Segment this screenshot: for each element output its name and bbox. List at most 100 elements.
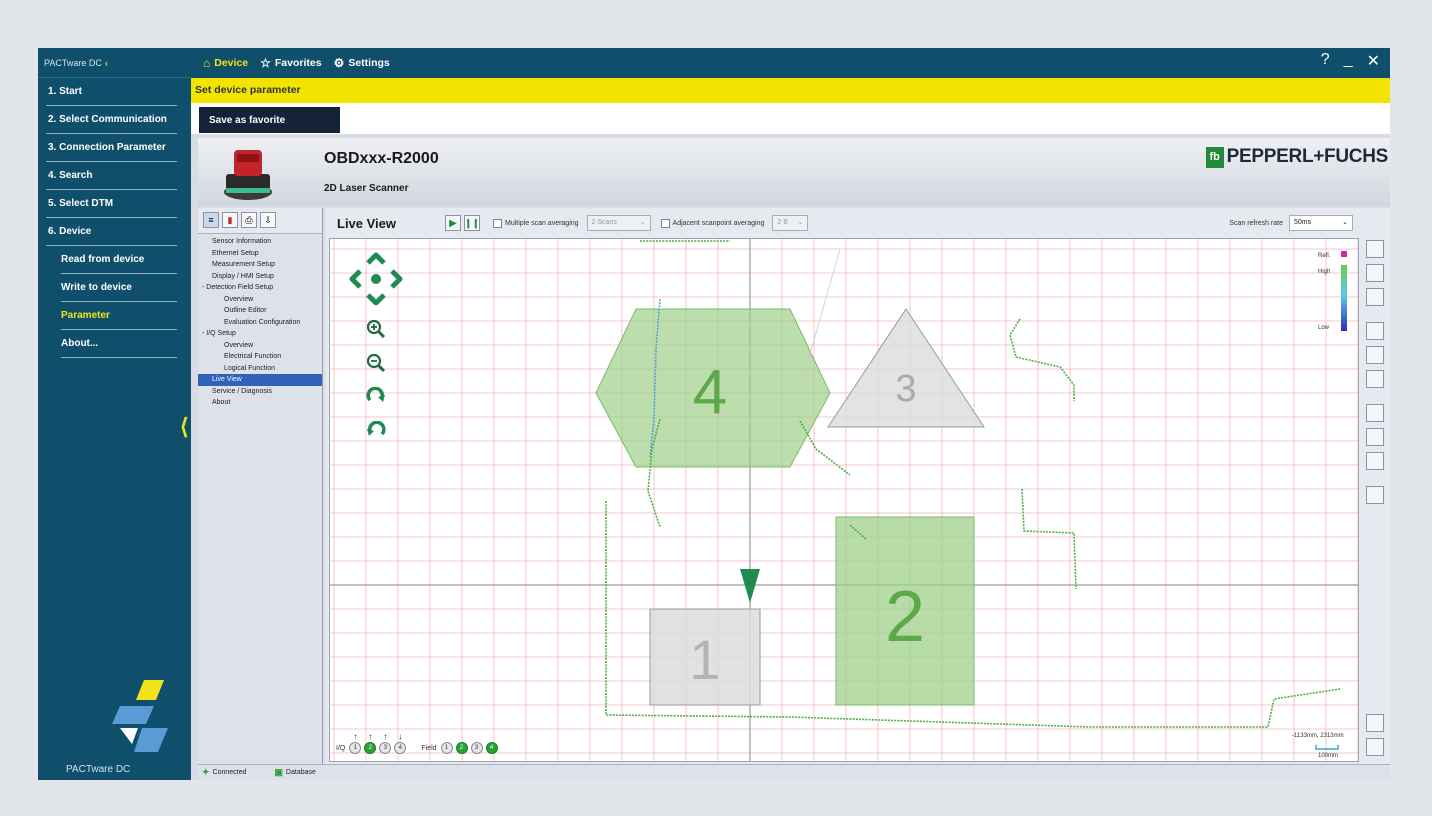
device-title: OBDxxx-R2000 [324,150,439,167]
refresh-rate-select[interactable]: 50ms ⌄ [1289,215,1353,231]
parameter-tree-panel: ≡ ▮ ⎙ ⇩ Sensor Information Ethernet Setup… [198,208,323,764]
tree-item[interactable]: Live View [198,374,322,386]
zoom-out-icon[interactable] [366,353,386,373]
nav-item-1-start[interactable]: 1. Start [38,78,191,106]
grid-tool-2-icon[interactable] [1366,428,1384,446]
iq-number: 1 [353,745,358,751]
rotate-ccw-icon[interactable] [366,421,386,441]
device-icon[interactable]: ▮ [222,212,238,228]
tree-item[interactable]: - I/Q Setup [198,328,322,340]
adjacent-label: Adjacent scanpoint averaging [672,219,765,227]
favorite-bar: Save as favorite [191,103,1390,134]
save-as-favorite-button[interactable]: Save as favorite [199,107,340,133]
legend-low: Low [1318,325,1330,331]
brand-name: PACTware DC [44,57,102,68]
nav-item-3-connection-parameter[interactable]: 3. Connection Parameter [38,134,191,162]
nav-item-write-to-device[interactable]: Write to device [38,274,191,302]
field-3-label: 3 [895,368,916,410]
print-icon[interactable]: ⎙ [241,212,257,228]
tab-favorites[interactable]: ☆ Favorites [260,56,321,70]
app-window: PACTware DC ‹ 1. Start 2. Select Communic… [38,48,1390,780]
settings-layers-icon[interactable] [1366,738,1384,756]
field-indicator: 2 [455,742,468,754]
connected-status: Connected [212,769,247,776]
tree-item[interactable]: Outline Editor [198,305,322,317]
layers-icon[interactable] [1366,714,1384,732]
device-subtitle: 2D Laser Scanner [324,183,409,194]
tree-item[interactable]: Display / HMI Setup [198,271,322,283]
collapse-nav-icon[interactable]: ⟨ [180,414,189,440]
play-button[interactable]: ▶ [445,215,461,231]
tree-item[interactable]: - Detection Field Setup [198,282,322,294]
nav-item-parameter[interactable]: Parameter [38,302,191,330]
tab-device[interactable]: ⌂ Device [203,56,248,70]
outline-tool-1-icon[interactable] [1366,322,1384,340]
database-icon: ▣ [274,767,283,777]
tree-item[interactable]: Overview [198,340,322,352]
outline-tool-3-icon[interactable] [1366,370,1384,388]
nav-item-6-device[interactable]: 6. Device [38,218,191,246]
chevron-down-icon: ⌄ [797,219,804,226]
outline-tool-2-icon[interactable] [1366,346,1384,364]
field-edit-icon[interactable] [1366,240,1384,258]
lock-icon[interactable] [1366,288,1384,306]
tree-item[interactable]: About [198,397,322,409]
home-icon: ⌂ [203,56,211,70]
iq-indicator: 4 ↓ [394,732,407,754]
minimize-button[interactable]: _ [1344,51,1353,71]
database-status: Database [285,769,316,776]
nav-item-4-search[interactable]: 4. Search [38,162,191,190]
tree-item[interactable]: Ethernet Setup [198,248,322,260]
pause-button[interactable]: ❙❙ [464,215,480,231]
live-view-title: Live View [337,215,397,231]
tree-item[interactable]: Logical Function [198,363,322,375]
tree-item[interactable]: Overview [198,294,322,306]
tab-label: Favorites [274,57,322,69]
export-icon[interactable]: ⇩ [260,212,276,228]
tree-item[interactable]: Service / Diagnosis [198,386,322,398]
connected-icon: ✦ [202,767,210,777]
tab-settings[interactable]: ⚙ Settings [334,56,390,70]
adjacent-checkbox[interactable] [660,218,670,228]
pan-control[interactable] [344,247,408,311]
close-button[interactable]: ✕ [1367,51,1380,71]
zoom-in-icon[interactable] [366,319,386,339]
play-icon: ▶ [449,217,457,229]
filter-icon[interactable] [1366,486,1384,504]
nav-item-5-select-dtm[interactable]: 5. Select DTM [38,190,191,218]
nav-item-about[interactable]: About... [38,330,191,358]
multi-scan-value: 2 Scans [591,219,617,226]
field-2-label: 2 [885,577,925,657]
nav-item-read-from-device[interactable]: Read from device [38,246,191,274]
pactware-logo [112,680,168,752]
grid-tool-3-icon[interactable] [1366,452,1384,470]
select-icon[interactable] [1366,264,1384,282]
arrow-up-icon: ↑ [383,732,388,741]
multi-scan-select[interactable]: 2 Scans ⌄ [586,215,651,231]
legend-refl: Refl. [1318,253,1331,259]
legend-high: High [1318,269,1330,275]
tree-item[interactable]: Evaluation Configuration [198,317,322,329]
action-banner: Set device parameter [191,78,1390,103]
bolt-icon: ‹ [104,57,108,68]
tree-item[interactable]: Measurement Setup [198,259,322,271]
rotate-cw-icon[interactable] [366,387,386,407]
grid-tool-1-icon[interactable] [1366,404,1384,422]
table-view-icon[interactable]: ≡ [203,212,219,228]
adjacent-value: 2 B [777,219,788,226]
nav-item-2-select-communication[interactable]: 2. Select Communication [38,106,191,134]
scan-canvas[interactable]: 4 3 2 1 Refl. High Low -1133mm, 2313mm 1… [329,238,1359,762]
tree-item[interactable]: Electrical Function [198,351,322,363]
adjacent-select[interactable]: 2 B ⌄ [772,215,809,231]
multi-scan-checkbox[interactable] [493,218,502,228]
tree-item[interactable]: Sensor Information [198,236,322,248]
device-image [224,150,272,200]
refresh-rate-label: Scan refresh rate [1229,219,1283,227]
tab-label: Device [214,57,249,69]
help-button[interactable]: ? [1321,51,1330,71]
field-number: 4 [489,745,494,751]
iq-indicator: 2 ↑ [364,732,377,754]
sensor-marker-icon [740,569,760,603]
field-number: 2 [459,745,464,751]
status-bar: ✦ Connected ▣ Database [198,764,1390,780]
